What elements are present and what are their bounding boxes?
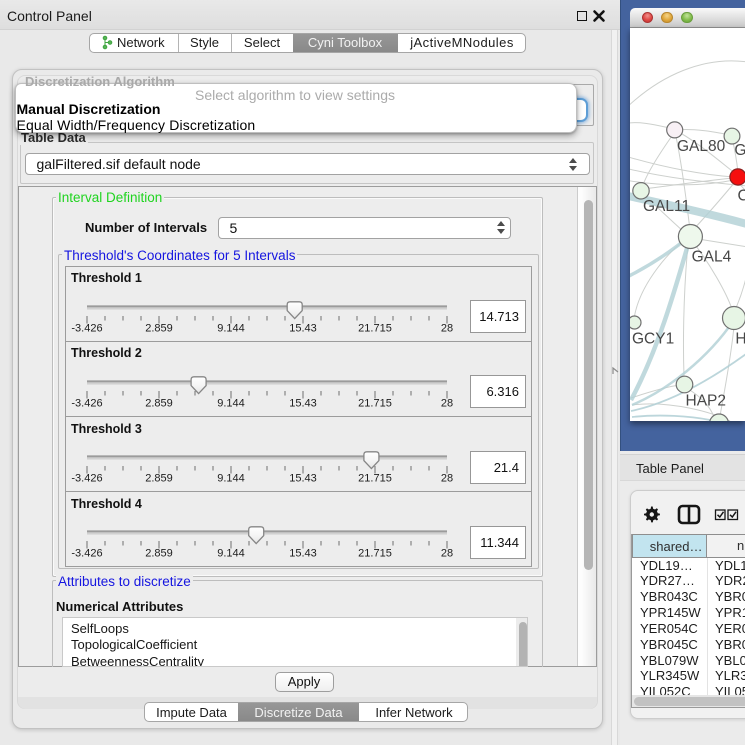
svg-text:-3.426: -3.426 [71, 322, 102, 334]
svg-text:-3.426: -3.426 [71, 473, 102, 485]
svg-text:9.144: 9.144 [217, 548, 245, 560]
svg-text:GA: GA [734, 141, 745, 158]
svg-text:9.144: 9.144 [217, 322, 245, 334]
svg-text:28: 28 [441, 322, 453, 334]
svg-text:15.43: 15.43 [289, 548, 317, 560]
svg-text:28: 28 [441, 397, 453, 409]
svg-text:9.144: 9.144 [217, 397, 245, 409]
svg-text:2.859: 2.859 [145, 473, 173, 485]
svg-text:21.715: 21.715 [358, 322, 392, 334]
svg-text:GCY1: GCY1 [632, 330, 674, 347]
svg-text:HI: HI [735, 330, 745, 347]
svg-text:15.43: 15.43 [289, 473, 317, 485]
svg-text:GAL4: GAL4 [692, 248, 732, 265]
svg-text:-3.426: -3.426 [71, 548, 102, 560]
svg-text:HAP2: HAP2 [686, 392, 727, 409]
svg-text:CD: CD [738, 187, 745, 204]
svg-text:21.715: 21.715 [358, 397, 392, 409]
svg-text:2.859: 2.859 [145, 397, 173, 409]
svg-text:21.715: 21.715 [358, 548, 392, 560]
svg-text:15.43: 15.43 [289, 397, 317, 409]
svg-text:GAL80: GAL80 [677, 138, 726, 155]
svg-text:-3.426: -3.426 [71, 397, 102, 409]
svg-text:21.715: 21.715 [358, 473, 392, 485]
svg-text:28: 28 [441, 548, 453, 560]
svg-text:15.43: 15.43 [289, 322, 317, 334]
svg-text:2.859: 2.859 [145, 322, 173, 334]
svg-text:GAL11: GAL11 [643, 198, 690, 215]
svg-text:9.144: 9.144 [217, 473, 245, 485]
svg-text:2.859: 2.859 [145, 548, 173, 560]
svg-text:28: 28 [441, 473, 453, 485]
